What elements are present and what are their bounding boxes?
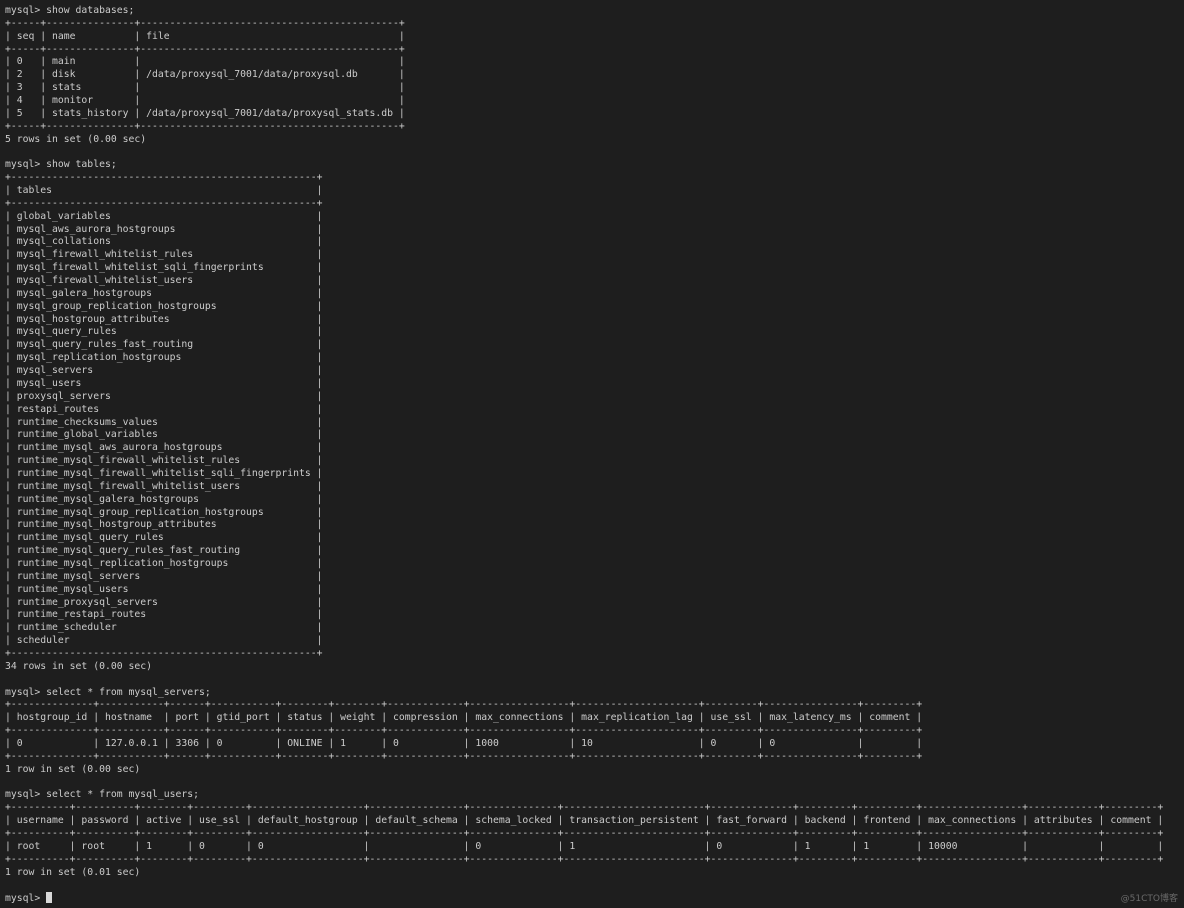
cursor	[46, 892, 53, 904]
table-row: | runtime_mysql_hostgroup_attributes |	[5, 519, 323, 531]
table-row: | runtime_mysql_firewall_whitelist_rules…	[5, 455, 323, 467]
table-row: | 5 | stats_history | /data/proxysql_700…	[5, 107, 405, 119]
result-footer: 5 rows in set (0.00 sec)	[5, 133, 147, 145]
table-border: +---------------------------------------…	[5, 647, 323, 659]
table-row: | runtime_mysql_servers |	[5, 570, 323, 582]
table-border: +----------+----------+--------+--------…	[5, 802, 1164, 814]
table-row: | mysql_replication_hostgroups |	[5, 352, 323, 364]
table-row: | 3 | stats | |	[5, 82, 405, 94]
command-line: mysql> show databases;	[5, 5, 135, 16]
table-row: | mysql_galera_hostgroups |	[5, 287, 323, 299]
table-row: | runtime_mysql_firewall_whitelist_users…	[5, 480, 323, 492]
table-row: | mysql_query_rules_fast_routing |	[5, 339, 323, 351]
table-border: +----------+----------+--------+--------…	[5, 828, 1164, 839]
table-row: | mysql_firewall_whitelist_users |	[5, 275, 323, 287]
prompt-line[interactable]: mysql>	[5, 892, 1163, 905]
command-line: mysql> select * from mysql_servers;	[5, 686, 211, 698]
table-header: | hostgroup_id | hostname | port | gtid_…	[5, 712, 923, 724]
table-header: | tables |	[5, 185, 323, 197]
table-row: | runtime_mysql_query_rules_fast_routing…	[5, 545, 323, 557]
table-border: +-----+---------------+-----------------…	[5, 17, 405, 29]
table-row: | runtime_mysql_users |	[5, 583, 323, 595]
table-row: | runtime_mysql_group_replication_hostgr…	[5, 506, 323, 518]
table-row: | runtime_proxysql_servers |	[5, 596, 323, 608]
table-row: | mysql_users |	[5, 377, 323, 389]
table-row: | mysql_group_replication_hostgroups |	[5, 300, 323, 312]
table-row: | mysql_hostgroup_attributes |	[5, 313, 323, 325]
watermark: @51CTO博客	[1120, 894, 1178, 904]
table-row: | runtime_checksums_values |	[5, 416, 323, 428]
table-border: +-----+---------------+-----------------…	[5, 120, 405, 132]
table-row: | 0 | main | |	[5, 56, 405, 68]
command-line: mysql> show tables;	[5, 159, 117, 171]
result-footer: 1 row in set (0.00 sec)	[5, 763, 141, 775]
table-row: | 2 | disk | /data/proxysql_7001/data/pr…	[5, 69, 405, 81]
table-border: +---------------------------------------…	[5, 172, 323, 184]
table-row: | runtime_mysql_aws_aurora_hostgroups |	[5, 442, 323, 454]
table-border: +----------+----------+--------+--------…	[5, 853, 1164, 865]
table-row: | root | root | 1 | 0 | 0 | | 0 | 1 | 0 …	[5, 840, 1164, 852]
table-row: | 4 | monitor | |	[5, 95, 405, 107]
table-header: | seq | name | file |	[5, 30, 405, 42]
table-border: +-----+---------------+-----------------…	[5, 43, 405, 55]
table-border: +--------------+-----------+------+-----…	[5, 699, 923, 711]
table-row: | runtime_mysql_query_rules |	[5, 532, 323, 544]
table-row: | runtime_mysql_galera_hostgroups |	[5, 493, 323, 505]
table-row: | restapi_routes |	[5, 403, 323, 415]
table-row: | runtime_global_variables |	[5, 429, 323, 441]
table-row: | global_variables |	[5, 210, 323, 222]
table-row: | mysql_aws_aurora_hostgroups |	[5, 223, 323, 235]
command-line: mysql> select * from mysql_users;	[5, 789, 200, 801]
table-row: | mysql_query_rules |	[5, 326, 323, 338]
terminal-output[interactable]: mysql> show databases; +-----+-----------…	[5, 5, 1163, 905]
table-row: | runtime_mysql_firewall_whitelist_sqli_…	[5, 467, 323, 479]
table-row: | runtime_scheduler |	[5, 622, 323, 634]
table-row: | runtime_restapi_routes |	[5, 609, 323, 621]
result-footer: 34 rows in set (0.00 sec)	[5, 660, 152, 672]
table-row: | mysql_firewall_whitelist_sqli_fingerpr…	[5, 262, 323, 274]
table-border: +--------------+-----------+------+-----…	[5, 750, 923, 762]
table-row: | proxysql_servers |	[5, 390, 323, 402]
table-row: | mysql_collations |	[5, 236, 323, 248]
table-row: | runtime_mysql_replication_hostgroups |	[5, 557, 323, 569]
result-footer: 1 row in set (0.01 sec)	[5, 866, 141, 878]
table-border: +---------------------------------------…	[5, 197, 323, 209]
table-header: | username | password | active | use_ssl…	[5, 815, 1164, 827]
table-row: | 0 | 127.0.0.1 | 3306 | 0 | ONLINE | 1 …	[5, 737, 923, 749]
table-row: | scheduler |	[5, 635, 323, 647]
table-row: | mysql_servers |	[5, 365, 323, 377]
table-row: | mysql_firewall_whitelist_rules |	[5, 249, 323, 261]
table-border: +--------------+-----------+------+-----…	[5, 725, 923, 737]
